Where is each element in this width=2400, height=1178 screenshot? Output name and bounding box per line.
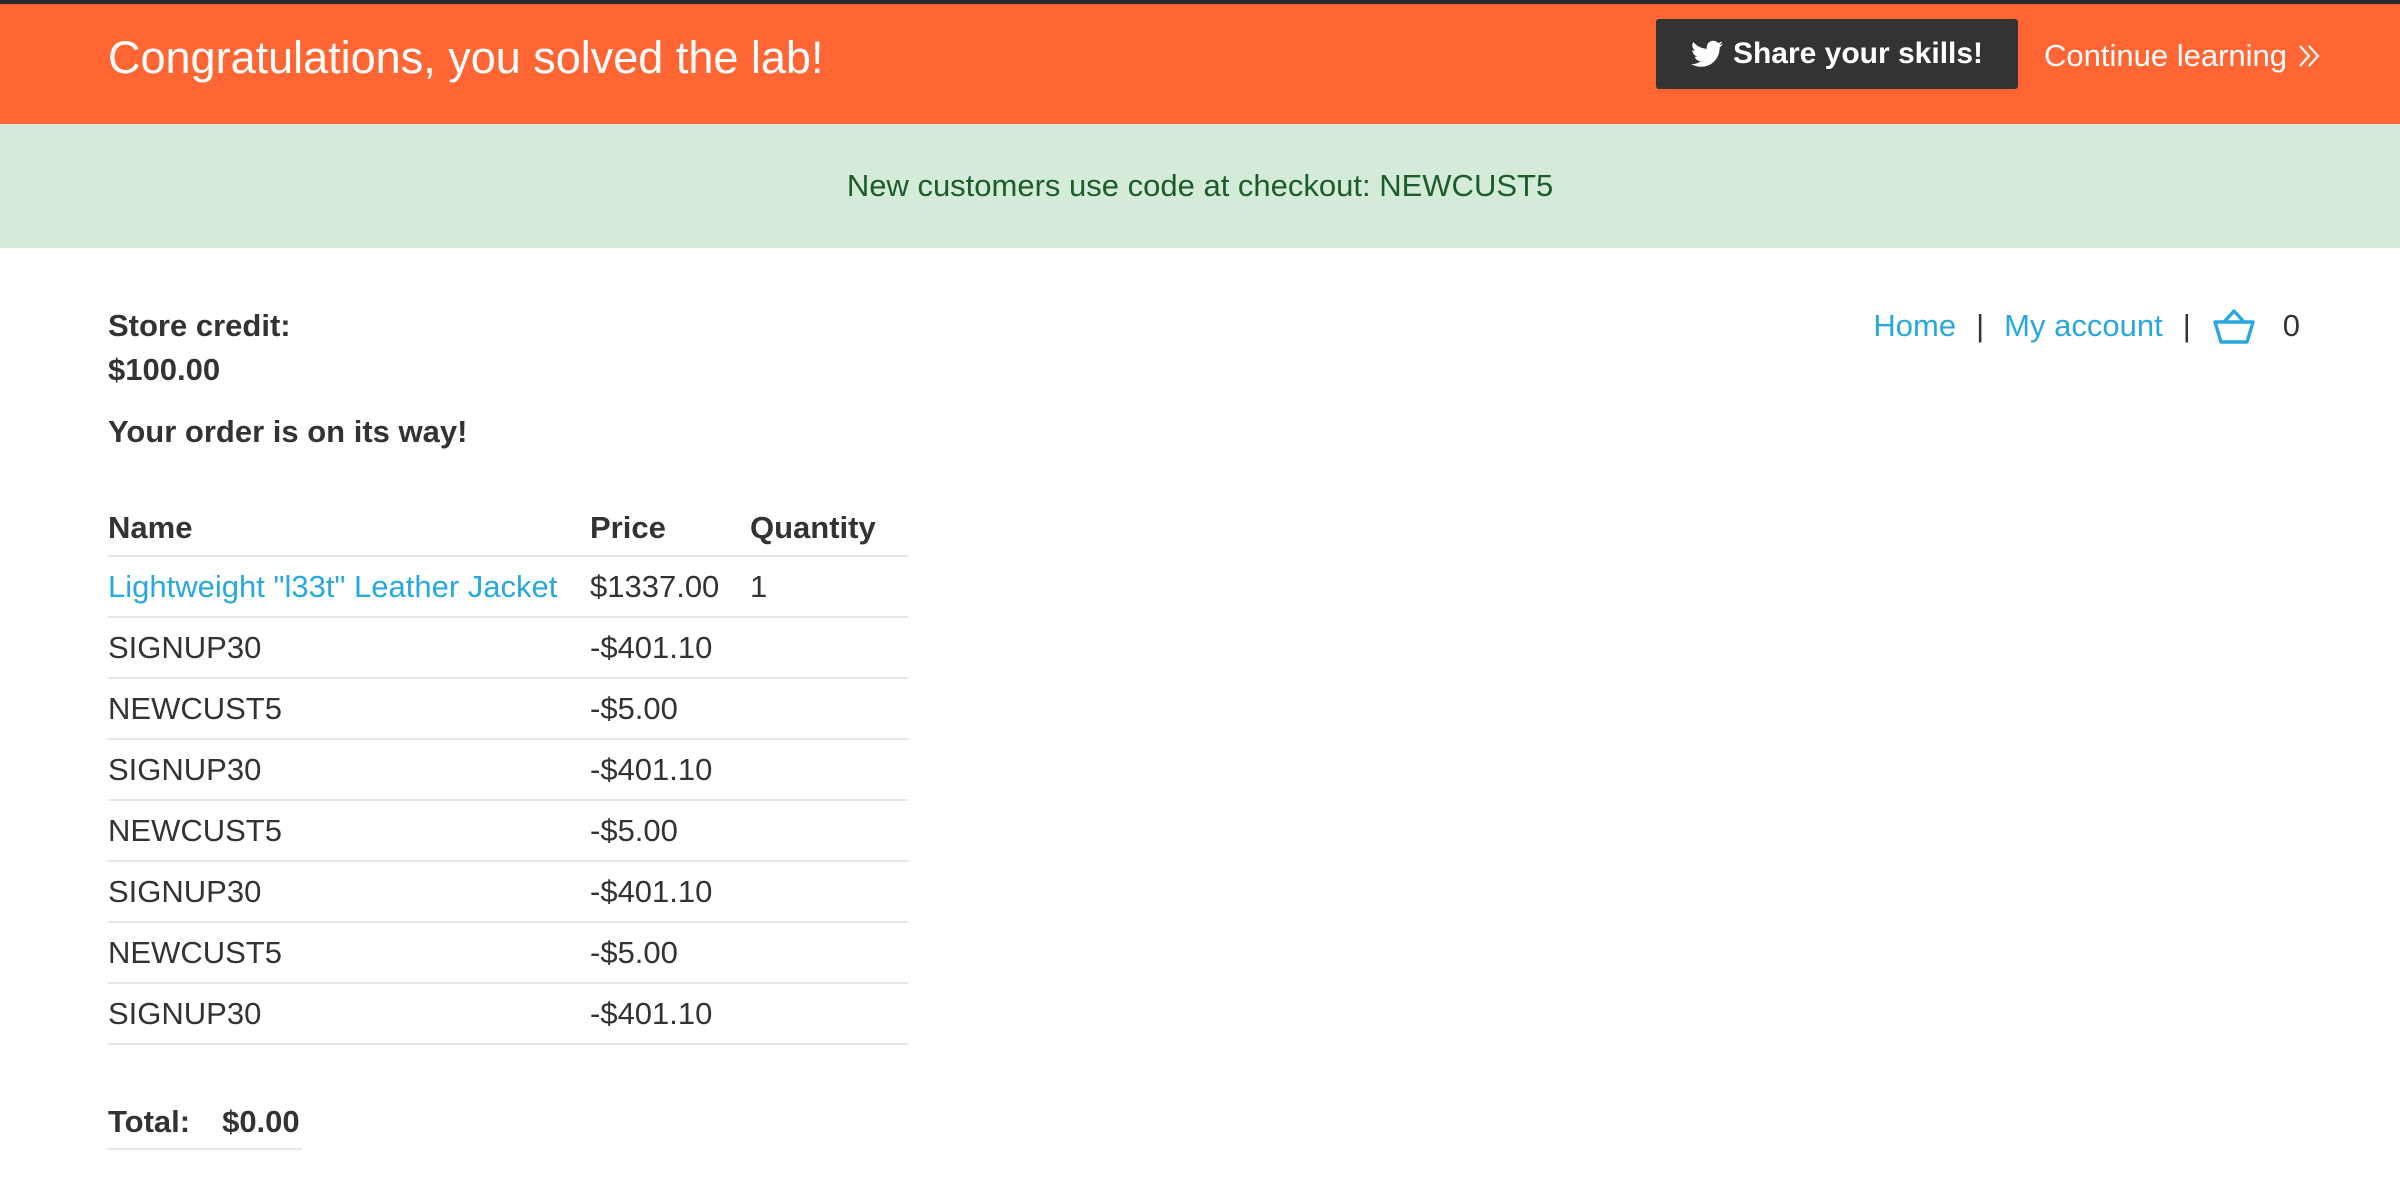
twitter-icon: [1690, 40, 1723, 67]
item-price-cell: -$401.10: [590, 861, 750, 923]
column-header-name: Name: [108, 500, 590, 557]
lab-solved-banner: Congratulations, you solved the lab! Sha…: [0, 4, 2400, 124]
item-name-cell: NEWCUST5: [108, 678, 590, 740]
table-row: SIGNUP30 -$401.10: [108, 617, 908, 679]
product-link[interactable]: Lightweight "l33t" Leather Jacket: [108, 569, 557, 604]
table-header-row: Name Price Quantity: [108, 500, 908, 557]
item-quantity-cell: [750, 922, 908, 984]
double-chevron-right-icon: [2299, 45, 2320, 67]
order-confirmation-message: Your order is on its way!: [108, 414, 468, 449]
item-name-cell: Lightweight "l33t" Leather Jacket: [108, 556, 590, 618]
order-table: Name Price Quantity Lightweight "l33t" L…: [108, 500, 908, 1045]
store-credit-label: Store credit:: [108, 308, 291, 343]
item-name-cell: SIGNUP30: [108, 617, 590, 679]
continue-learning-link[interactable]: Continue learning: [2044, 36, 2323, 76]
table-row: SIGNUP30 -$401.10: [108, 983, 908, 1045]
continue-learning-label: Continue learning: [2044, 38, 2288, 73]
column-header-price: Price: [590, 500, 750, 557]
item-quantity-cell: [750, 861, 908, 923]
table-row: NEWCUST5 -$5.00: [108, 800, 908, 862]
total-value: $0.00: [222, 1104, 300, 1139]
header-nav: Home | My account | 0: [1873, 306, 2300, 346]
table-row: SIGNUP30 -$401.10: [108, 739, 908, 801]
table-row: SIGNUP30 -$401.10: [108, 861, 908, 923]
item-price-cell: -$5.00: [590, 800, 750, 862]
cart-count: 0: [2282, 308, 2300, 343]
table-row: NEWCUST5 -$5.00: [108, 922, 908, 984]
item-name-cell: SIGNUP30: [108, 861, 590, 923]
promo-notification-banner: New customers use code at checkout: NEWC…: [0, 124, 2400, 248]
column-header-quantity: Quantity: [750, 500, 908, 557]
item-price-cell: -$401.10: [590, 617, 750, 679]
item-price-cell: $1337.00: [590, 556, 750, 618]
item-quantity-cell: [750, 983, 908, 1045]
item-price-cell: -$5.00: [590, 678, 750, 740]
cart-basket-icon[interactable]: [2211, 306, 2257, 346]
order-total: Total: $0.00: [108, 1096, 302, 1150]
item-quantity-cell: [750, 800, 908, 862]
table-row: NEWCUST5 -$5.00: [108, 678, 908, 740]
promo-notification-text: New customers use code at checkout: NEWC…: [846, 168, 1554, 203]
nav-my-account-link[interactable]: My account: [2004, 308, 2163, 344]
total-label: Total:: [108, 1104, 191, 1139]
share-skills-label: Share your skills!: [1732, 37, 1984, 70]
item-quantity-cell: [750, 617, 908, 679]
store-credit-value: $100.00: [108, 352, 221, 387]
item-price-cell: -$401.10: [590, 983, 750, 1045]
share-skills-button[interactable]: Share your skills!: [1656, 19, 2018, 89]
item-quantity-cell: [750, 678, 908, 740]
item-price-cell: -$401.10: [590, 739, 750, 801]
item-name-cell: SIGNUP30: [108, 739, 590, 801]
item-name-cell: NEWCUST5: [108, 922, 590, 984]
item-quantity-cell: 1: [750, 556, 908, 618]
item-quantity-cell: [750, 739, 908, 801]
item-price-cell: -$5.00: [590, 922, 750, 984]
nav-separator: |: [2182, 308, 2191, 343]
lab-solved-title: Congratulations, you solved the lab!: [108, 32, 824, 83]
table-row: Lightweight "l33t" Leather Jacket $1337.…: [108, 556, 908, 618]
nav-home-link[interactable]: Home: [1873, 308, 1956, 344]
item-name-cell: NEWCUST5: [108, 800, 590, 862]
item-name-cell: SIGNUP30: [108, 983, 590, 1045]
nav-separator: |: [1976, 308, 1985, 343]
